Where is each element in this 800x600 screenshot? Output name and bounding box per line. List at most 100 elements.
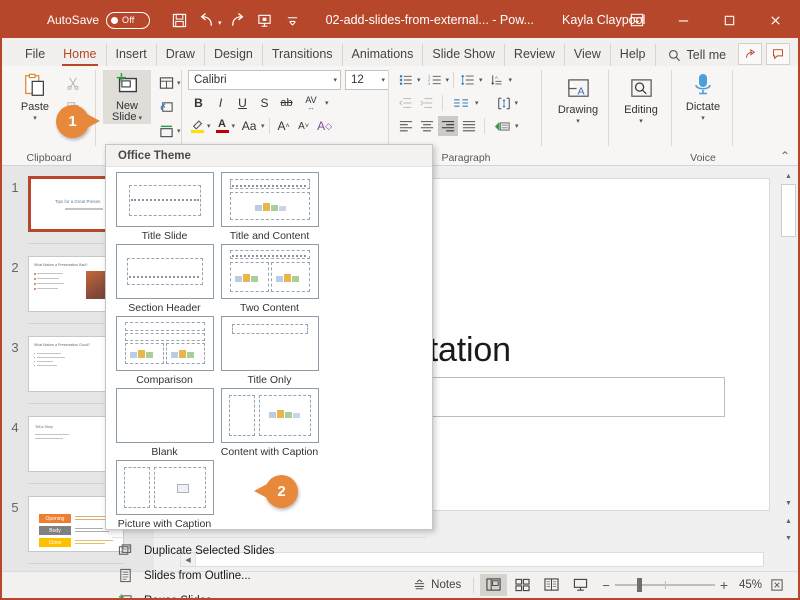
change-case-button[interactable]: Aa — [237, 116, 261, 136]
previous-slide-button[interactable]: ▲ — [781, 513, 796, 529]
zoom-percent-label[interactable]: 45% — [730, 579, 762, 591]
line-spacing-caret[interactable]: ▾ — [479, 76, 483, 84]
clear-all-formatting-button[interactable]: A ◇ — [314, 116, 336, 136]
align-left-button[interactable] — [396, 116, 416, 136]
dictate-button[interactable]: Dictate ▾ — [676, 70, 730, 122]
customize-quick-access-toolbar-icon[interactable] — [280, 7, 306, 33]
zoom-slider-handle[interactable] — [636, 578, 642, 592]
numbered-list-caret[interactable]: ▾ — [446, 76, 450, 84]
strikethrough-button[interactable]: ab — [276, 93, 297, 113]
menu-item-reuse-slides[interactable]: Reuse Slides... — [106, 588, 432, 598]
reset-icon[interactable] — [155, 96, 177, 118]
layout-comparison[interactable]: Comparison — [112, 316, 217, 386]
autosave-toggle[interactable]: Off — [106, 11, 151, 29]
change-case-caret[interactable]: ▾ — [261, 122, 265, 130]
text-direction-caret[interactable]: ▾ — [509, 76, 513, 84]
editing-caret[interactable]: ▾ — [639, 117, 643, 125]
editing-button[interactable]: Editing ▾ — [613, 74, 669, 125]
new-slide-button[interactable]: New Slide ▾ — [103, 70, 151, 124]
new-slide-caret[interactable]: ▾ — [137, 115, 142, 122]
drawing-caret[interactable]: ▾ — [576, 117, 580, 125]
undo-dropdown-caret[interactable]: ▾ — [218, 19, 222, 27]
ribbon-display-options-button[interactable] — [614, 2, 660, 38]
tab-insert[interactable]: Insert — [107, 44, 157, 66]
minimize-button[interactable] — [660, 2, 706, 38]
undo-icon[interactable] — [194, 7, 220, 33]
justify-button[interactable] — [459, 116, 479, 136]
normal-view-button[interactable] — [480, 574, 508, 596]
layout-title-and-content[interactable]: Title and Content — [217, 172, 322, 242]
font-color-caret[interactable]: ▾ — [232, 122, 236, 130]
slide-show-button[interactable] — [567, 574, 594, 596]
layout-two-content[interactable]: Two Content — [217, 244, 322, 314]
share-button[interactable] — [738, 43, 762, 65]
menu-item-duplicate-selected-slides[interactable]: Duplicate Selected Slides — [106, 538, 432, 563]
increase-font-size-button[interactable]: A ˄ — [274, 116, 294, 136]
text-highlight-color-button[interactable] — [188, 116, 207, 136]
cut-icon[interactable] — [62, 72, 84, 94]
start-from-beginning-icon[interactable] — [252, 7, 278, 33]
line-spacing-icon[interactable] — [458, 70, 478, 90]
bold-button[interactable]: B — [188, 93, 209, 113]
drawing-button[interactable]: A Drawing ▾ — [550, 74, 606, 125]
vertical-scroll-thumb[interactable] — [781, 184, 796, 237]
new-slide-layout-gallery[interactable]: Office Theme Title Slide Title and Conte… — [105, 144, 433, 598]
tab-view[interactable]: View — [565, 44, 611, 66]
align-text-caret[interactable]: ▾ — [515, 99, 519, 107]
fit-slide-to-window-button[interactable] — [764, 574, 790, 596]
character-spacing-button[interactable]: AV ↔ — [298, 93, 324, 113]
tab-file[interactable]: File — [16, 44, 54, 66]
align-center-button[interactable] — [417, 116, 437, 136]
paste-dropdown-caret[interactable]: ▾ — [33, 114, 37, 122]
tab-animations[interactable]: Animations — [343, 44, 424, 66]
layout-title-slide[interactable]: Title Slide — [112, 172, 217, 242]
underline-button[interactable]: U — [232, 93, 253, 113]
tell-me-search[interactable]: Tell me — [656, 44, 726, 66]
slide-sorter-view-button[interactable] — [509, 574, 536, 596]
tab-slide-show[interactable]: Slide Show — [423, 44, 505, 66]
bulleted-list-icon[interactable] — [396, 70, 416, 90]
vertical-scrollbar[interactable]: ▲ ▼ ▲ ▼ — [781, 168, 796, 547]
layout-picture-with-caption[interactable]: Picture with Caption — [112, 460, 217, 530]
numbered-list-icon[interactable]: 123 — [425, 70, 445, 90]
font-family-caret[interactable]: ▾ — [333, 76, 337, 84]
tab-home[interactable]: Home — [54, 44, 107, 66]
text-direction-icon[interactable]: A — [488, 70, 508, 90]
collapse-ribbon-icon[interactable]: ⌃ — [780, 149, 790, 163]
tab-transitions[interactable]: Transitions — [263, 44, 343, 66]
zoom-slider-track[interactable] — [614, 578, 715, 592]
text-shadow-button[interactable]: S — [254, 93, 275, 113]
align-text-icon[interactable] — [494, 93, 514, 113]
layout-blank[interactable]: Blank — [112, 388, 217, 458]
zoom-slider[interactable]: − + — [602, 577, 728, 593]
layout-content-with-caption[interactable]: Content with Caption — [217, 388, 322, 458]
menu-item-slides-from-outline[interactable]: Slides from Outline... — [106, 563, 432, 588]
redo-icon[interactable] — [224, 7, 250, 33]
scroll-down-button[interactable]: ▼ — [781, 495, 796, 511]
decrease-font-size-button[interactable]: A ˅ — [294, 116, 314, 136]
decrease-indent-icon[interactable] — [396, 93, 416, 113]
maximize-button[interactable] — [706, 2, 752, 38]
zoom-out-button[interactable]: − — [602, 578, 610, 593]
align-right-button[interactable] — [438, 116, 458, 136]
tab-review[interactable]: Review — [505, 44, 565, 66]
character-spacing-caret[interactable]: ▾ — [325, 99, 329, 107]
layout-title-only[interactable]: Title Only — [217, 316, 322, 386]
bulleted-list-caret[interactable]: ▾ — [417, 76, 421, 84]
section-caret[interactable]: ▾ — [177, 127, 181, 135]
dictate-caret[interactable]: ▾ — [701, 114, 705, 122]
columns-caret[interactable]: ▾ — [475, 99, 479, 107]
tab-design[interactable]: Design — [205, 44, 263, 66]
columns-icon[interactable] — [448, 93, 474, 113]
increase-indent-icon[interactable] — [417, 93, 437, 113]
layout-section-header[interactable]: Section Header — [112, 244, 217, 314]
font-family-combo[interactable]: Calibri ▾ — [188, 70, 341, 90]
tab-draw[interactable]: Draw — [157, 44, 205, 66]
paste-button[interactable]: Paste ▾ — [12, 70, 58, 122]
reading-view-button[interactable] — [538, 574, 565, 596]
section-icon[interactable] — [155, 120, 177, 142]
comments-button[interactable] — [766, 43, 790, 65]
italic-button[interactable]: I — [210, 93, 231, 113]
layout-caret[interactable]: ▾ — [177, 79, 181, 87]
font-size-combo[interactable]: 12 ▾ — [345, 70, 389, 90]
